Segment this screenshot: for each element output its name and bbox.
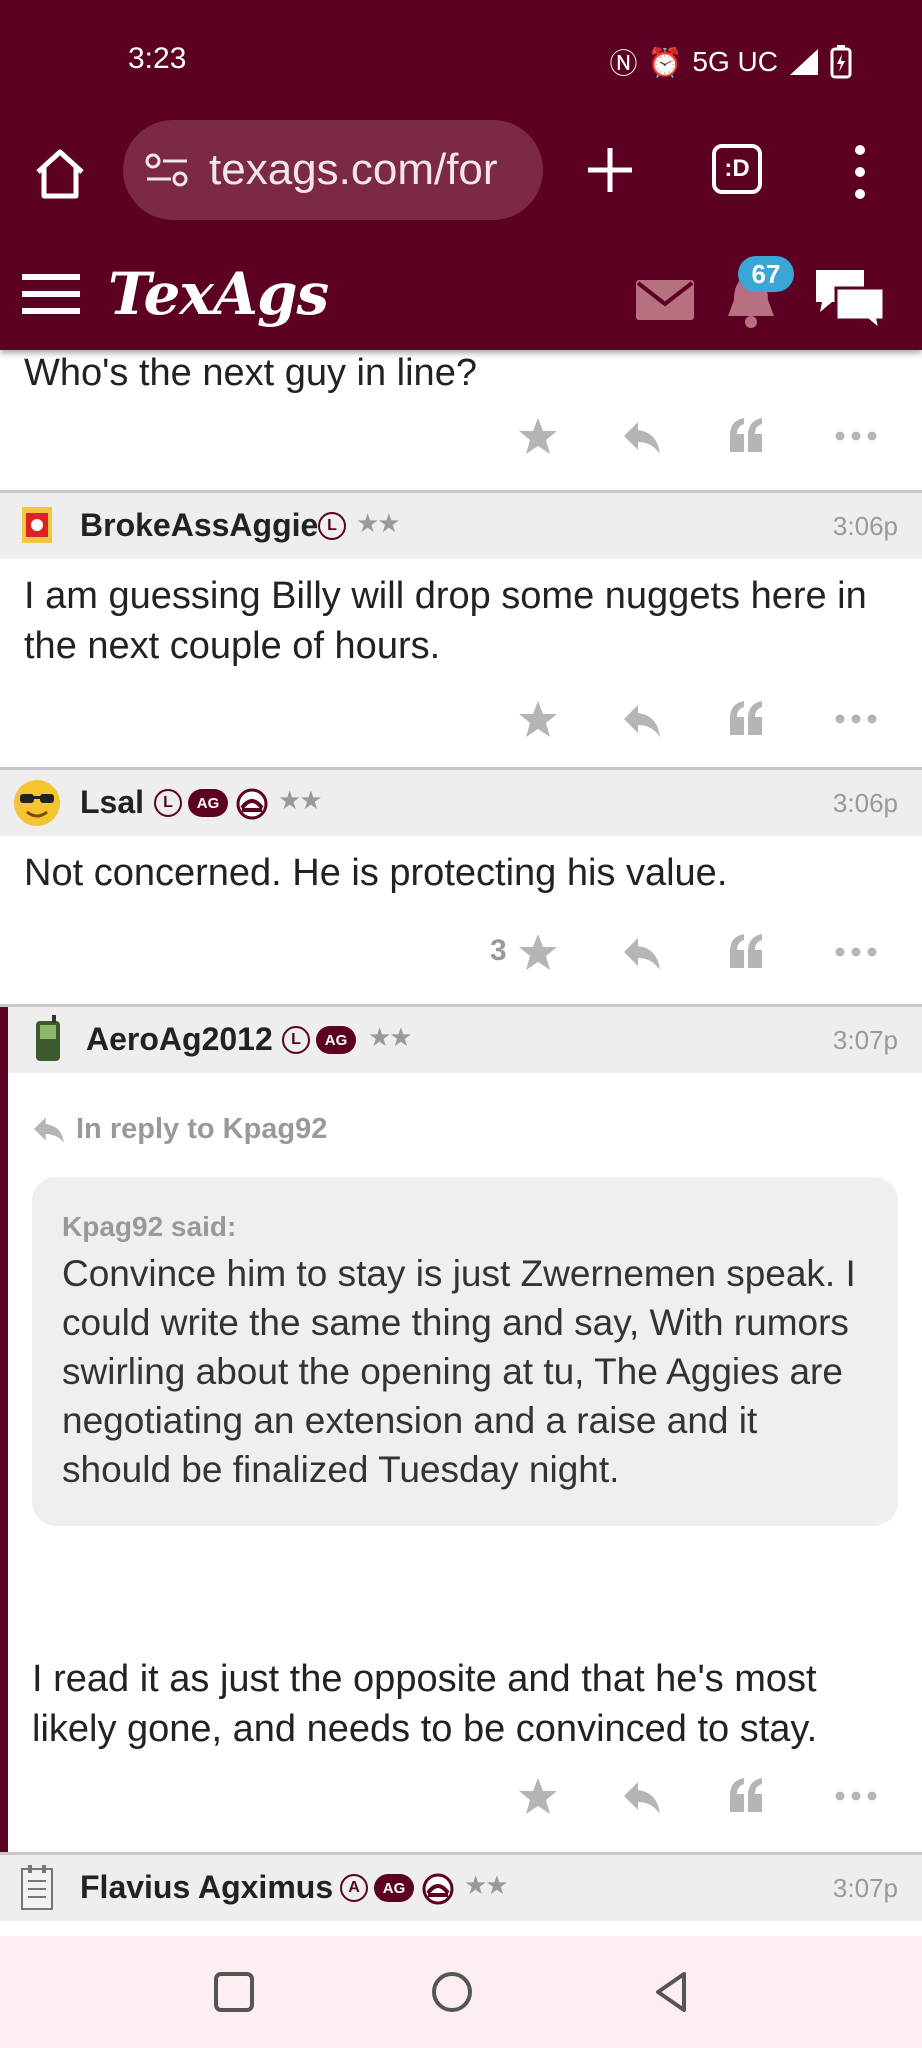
prev-post: Who's the next guy in line? [0,348,922,490]
star-icon[interactable] [518,932,558,972]
post-time: 3:07p [832,1025,898,1055]
username[interactable]: Lsal [80,784,144,821]
post-text: I am guessing Billy will drop some nugge… [24,575,867,667]
post-time: 3:06p [832,511,898,541]
post-actions [8,1754,922,1852]
quote-author: Kpag92 said: [62,1211,237,1242]
site-settings-icon[interactable] [145,152,189,188]
mail-icon[interactable] [636,280,694,320]
quote-icon[interactable] [726,416,766,456]
rating-stars: ★★ [368,1023,413,1053]
post-header: Lsal L AG ★★ 3:06p [0,770,922,836]
username[interactable]: AeroAg2012 [86,1021,273,1058]
post-header: Flavius Agximus A AG ★★ 3:07p [0,1855,922,1921]
post-text: Not concerned. He is protecting his valu… [24,852,728,894]
reply-post: AeroAg2012 L AG ★★ 3:07p In reply to Kpa… [0,1007,922,1852]
notepad-avatar[interactable] [18,1863,58,1913]
post-time: 3:06p [832,788,898,818]
battery-icon [830,45,852,79]
hamburger-menu-icon[interactable] [22,272,80,316]
chat-icon[interactable] [812,266,888,332]
quote-text: Convince him to stay is just Zwernemen s… [62,1253,856,1490]
ag-badge: AG [316,1026,356,1054]
star-icon[interactable] [518,416,558,456]
rating-stars: ★★ [278,786,323,816]
star-icon[interactable] [518,699,558,739]
new-tab-icon[interactable] [582,142,638,198]
like-count: 3 [490,934,507,967]
username[interactable]: BrokeAssAggie [80,507,318,544]
alarm-icon: ⏰ [647,46,683,78]
more-icon[interactable] [834,699,878,739]
post: Flavius Agximus A AG ★★ 3:07p [0,1855,922,1921]
quote-icon[interactable] [726,932,766,972]
lifetime-badge: L [282,1026,310,1054]
post-actions [0,398,922,490]
post-header: BrokeAssAggie L ★★ 3:06p [0,493,922,559]
reply-arrow-icon [34,1117,64,1143]
reply-icon[interactable] [622,932,662,972]
network-label: 5G UC [692,46,778,77]
post-actions: 3 [0,898,922,1004]
a-badge: A [340,1874,368,1902]
post-header: AeroAg2012 L AG ★★ 3:07p [8,1007,922,1073]
post-actions [0,671,922,767]
address-bar[interactable]: texags.com/for [123,120,543,220]
lifetime-badge: L [318,512,346,540]
thread-content: Who's the next guy in line? BrokeAssAggi… [0,350,922,1921]
quote-icon[interactable] [726,699,766,739]
notification-count-badge: 67 [738,256,794,292]
reply-icon[interactable] [622,699,662,739]
post: BrokeAssAggie L ★★ 3:06p I am guessing B… [0,493,922,767]
in-reply-to[interactable]: In reply to Kpag92 [8,1073,922,1155]
status-bar: 3:23 Ⓝ ⏰ 5G UC [0,0,922,120]
star-icon[interactable] [518,1776,558,1816]
reply-icon[interactable] [622,1776,662,1816]
rating-stars: ★★ [356,509,401,539]
status-time: 3:23 [128,42,187,75]
url-text: texags.com/for [209,145,498,194]
site-header: TexAgs 67 [0,228,922,350]
lifetime-badge: L [154,789,182,817]
texags-logo[interactable]: TexAgs [108,260,329,328]
post-text: I read it as just the opposite and that … [32,1658,818,1750]
avatar[interactable] [14,503,60,549]
tab-switcher-button[interactable]: :D [712,144,762,194]
status-icons: Ⓝ ⏰ 5G UC [610,42,852,82]
avatar[interactable] [12,778,62,828]
more-icon[interactable] [834,416,878,456]
reply-icon[interactable] [622,416,662,456]
signal-icon [790,49,818,75]
home-icon[interactable] [28,142,92,206]
quote-icon[interactable] [726,1776,766,1816]
back-icon[interactable] [648,1968,696,2016]
post-text: Who's the next guy in line? [24,352,477,394]
recents-icon[interactable] [210,1968,258,2016]
browser-toolbar: texags.com/for :D [0,120,922,228]
ag-badge: AG [374,1874,414,1902]
bol-icon [422,1873,454,1905]
overflow-menu-icon[interactable] [850,142,870,202]
ag-badge: AG [188,789,228,817]
in-reply-to-text: In reply to Kpag92 [76,1112,328,1145]
username[interactable]: Flavius Agximus [80,1869,333,1906]
home-nav-icon[interactable] [428,1968,476,2016]
system-nav-bar [0,1936,922,2048]
more-icon[interactable] [834,1776,878,1816]
phone-avatar[interactable] [32,1015,64,1065]
quote-block: Kpag92 said: Convince him to stay is jus… [32,1177,898,1526]
nfc-icon: Ⓝ [609,48,638,79]
bol-icon [236,788,268,820]
more-icon[interactable] [834,932,878,972]
post: Lsal L AG ★★ 3:06p Not concerned. He is … [0,770,922,1004]
rating-stars: ★★ [464,1871,509,1901]
post-time: 3:07p [832,1873,898,1903]
